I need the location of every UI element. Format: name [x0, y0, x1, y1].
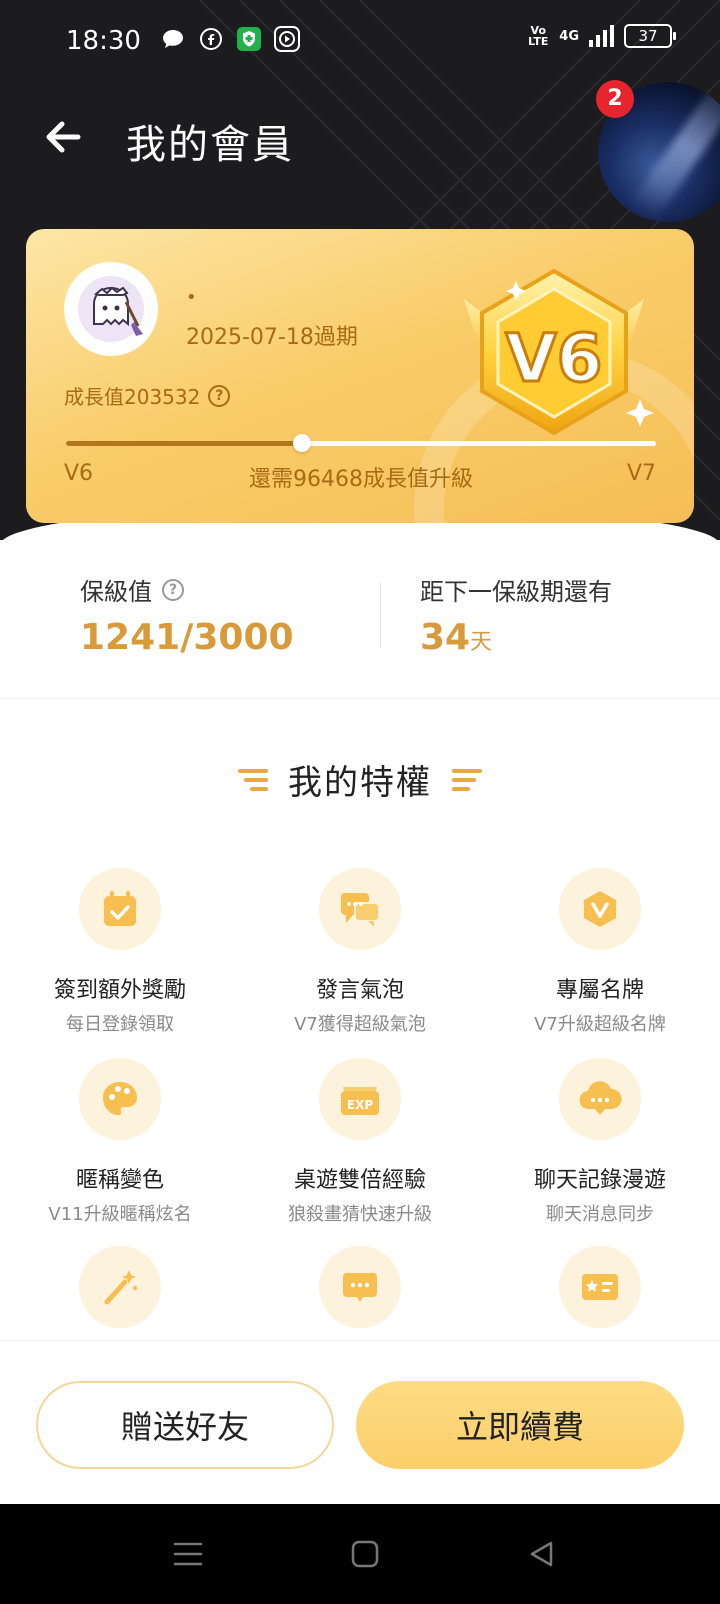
privilege-item-nickname-color[interactable]: 暱稱變色 V11升級暱稱炫名 — [0, 1058, 240, 1226]
action-footer: 贈送好友 立即續費 — [0, 1340, 720, 1504]
privilege-name: 簽到額外獎勵 — [53, 978, 186, 1003]
card-avatar[interactable] — [64, 262, 158, 356]
status-indicators: Vo LTE 4G 37 — [527, 24, 676, 48]
question-icon[interactable]: ? — [208, 384, 231, 407]
exp-ticket-icon: EXP — [319, 1058, 401, 1140]
privilege-desc: V11升級暱稱炫名 — [48, 1204, 192, 1225]
membership-card: • 2025-07-18過期 成長值203532 ? V6 還需96468成長值… — [26, 229, 694, 523]
network-type: 4G — [559, 28, 579, 44]
facebook-icon — [198, 26, 224, 52]
privileges-header: 我的特權 — [0, 755, 720, 804]
keep-level-value: 1241/3000 — [80, 617, 294, 658]
keep-level-stat: 保級值 ? 1241/3000 — [80, 572, 294, 658]
days-left-stat: 距下一保級期還有 34天 — [420, 572, 612, 658]
message-icon — [319, 1246, 401, 1328]
days-left-value: 34天 — [420, 617, 612, 658]
privilege-item-bubble[interactable]: 發言氣泡 V7獲得超級氣泡 — [240, 868, 480, 1036]
days-left-label: 距下一保級期還有 — [420, 578, 612, 606]
privilege-name: 桌遊雙倍經驗 — [293, 1168, 426, 1193]
id-card-icon — [559, 1246, 641, 1328]
title-decoration-right-icon — [452, 768, 482, 791]
privilege-item-chat-roaming[interactable]: 聊天記錄漫遊 聊天消息同步 — [480, 1058, 720, 1226]
renew-button[interactable]: 立即續費 — [356, 1381, 684, 1469]
privileges-title: 我的特權 — [288, 763, 432, 803]
current-level: V6 — [64, 461, 94, 486]
privilege-name: 暱稱變色 — [75, 1168, 164, 1193]
privilege-desc: 每日登錄領取 — [66, 1014, 174, 1035]
days-left-number: 34 — [420, 617, 471, 658]
privilege-name: 專屬名牌 — [555, 978, 644, 1003]
status-bar: 18:30 Vo LTE 4G 37 — [0, 0, 720, 84]
volte-indicator: Vo LTE — [528, 24, 549, 48]
system-nav-bar — [0, 1504, 720, 1604]
level-progress-knob — [293, 434, 311, 452]
privilege-name: 聊天記錄漫遊 — [533, 1168, 666, 1193]
privilege-name: 發言氣泡 — [315, 978, 404, 1003]
section-divider — [0, 698, 720, 699]
magic-wand-icon — [79, 1246, 161, 1328]
v-shield-icon — [559, 868, 641, 950]
next-level: V7 — [626, 461, 656, 486]
svg-text:EXP: EXP — [347, 1098, 373, 1112]
media-play-icon — [274, 26, 300, 52]
svg-text:V6: V6 — [505, 320, 602, 397]
privilege-desc: 聊天消息同步 — [546, 1204, 654, 1225]
question-icon[interactable]: ? — [162, 578, 184, 601]
cloud-chat-icon — [559, 1058, 641, 1140]
level-progress-fill — [66, 441, 302, 446]
page-title: 我的會員 — [126, 122, 294, 168]
level-badge-icon: V6 — [464, 268, 654, 436]
battery-icon: 37 — [624, 24, 676, 48]
privilege-desc: 狼殺畫猜快速升級 — [288, 1204, 432, 1225]
privilege-item-checkin[interactable]: 簽到額外獎勵 每日登錄領取 — [0, 868, 240, 1036]
growth-label: 成長值203532 — [64, 385, 201, 409]
menu-icon[interactable] — [168, 1534, 208, 1574]
calendar-check-icon — [79, 868, 161, 950]
back-triangle-icon[interactable] — [522, 1534, 562, 1574]
arrow-left-icon — [46, 121, 81, 153]
gift-friend-button[interactable]: 贈送好友 — [36, 1381, 334, 1469]
back-button[interactable] — [38, 112, 88, 162]
privilege-item-nameplate[interactable]: 專屬名牌 V7升級超級名牌 — [480, 868, 720, 1036]
member-name: • — [186, 287, 197, 308]
upgrade-hint: 還需96468成長值升級 — [249, 467, 473, 492]
title-decoration-left-icon — [238, 768, 268, 791]
privilege-item-card[interactable] — [480, 1246, 720, 1328]
expiry-date: 2025-07-18過期 — [186, 325, 358, 350]
chat-bubble-icon — [160, 26, 186, 52]
signal-icon — [589, 25, 614, 47]
notification-badge: 2 — [596, 80, 634, 118]
ghost-avatar-icon — [78, 276, 144, 342]
privilege-item-double-exp[interactable]: EXP 桌遊雙倍經驗 狼殺畫猜快速升級 — [240, 1058, 480, 1226]
days-left-unit: 天 — [470, 630, 493, 655]
stat-divider — [380, 582, 381, 648]
status-time: 18:30 — [66, 26, 141, 56]
keep-level-label: 保級值 — [80, 578, 152, 606]
chat-bubbles-icon — [319, 868, 401, 950]
privilege-item-message[interactable] — [240, 1246, 480, 1328]
privilege-item-effects[interactable] — [0, 1246, 240, 1328]
status-app-icons — [160, 26, 300, 52]
home-icon[interactable] — [345, 1534, 385, 1574]
keep-level-label-row: 保級值 ? — [80, 572, 294, 607]
privilege-desc: V7升級超級名牌 — [534, 1014, 666, 1035]
growth-value: 成長值203532 ? — [64, 381, 231, 410]
palette-icon — [79, 1058, 161, 1140]
privilege-desc: V7獲得超級氣泡 — [294, 1014, 426, 1035]
vpn-shield-icon — [236, 26, 262, 52]
